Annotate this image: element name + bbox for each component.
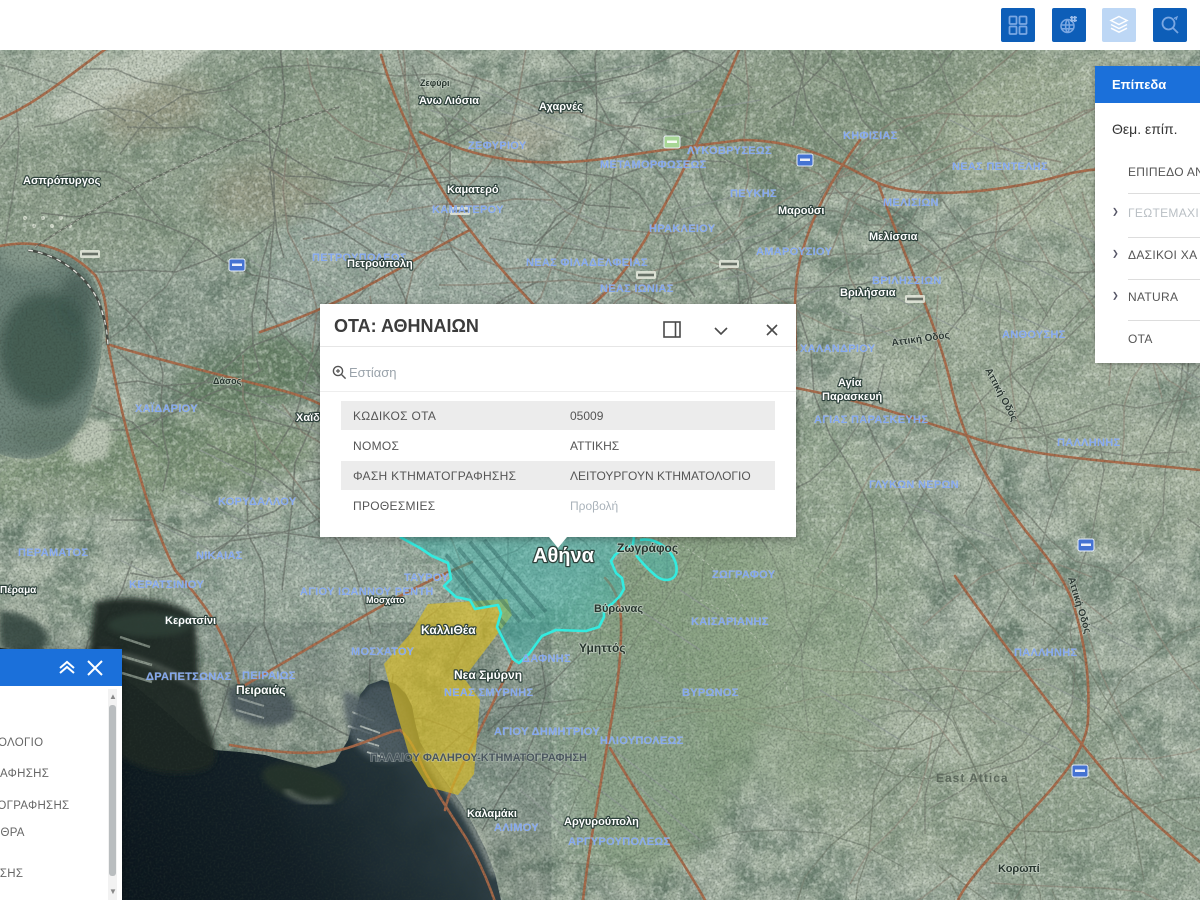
svg-text:ΑΝΘΟΥΣΗΣ: ΑΝΘΟΥΣΗΣ	[1002, 329, 1066, 341]
svg-text:ΑΓΙΑΣ ΠΑΡΑΣΚΕΥΗΣ: ΑΓΙΑΣ ΠΑΡΑΣΚΕΥΗΣ	[814, 414, 928, 426]
svg-text:ΜΟΣΧΑΤΟΥ: ΜΟΣΧΑΤΟΥ	[351, 646, 415, 658]
svg-text:Μαρούσι: Μαρούσι	[778, 205, 824, 217]
svg-text:ΠΑΛΛΗΝΗΣ: ΠΑΛΛΗΝΗΣ	[1014, 647, 1077, 659]
svg-text:ΧΑΛΑΝΔΡΙΟΥ: ΧΑΛΑΝΔΡΙΟΥ	[800, 343, 876, 355]
svg-text:Νεα Σμύρνη: Νεα Σμύρνη	[454, 668, 522, 682]
svg-text:Υμηττός: Υμηττός	[579, 641, 626, 655]
svg-text:ΛΥΚΟΒΡΥΣΕΩΣ: ΛΥΚΟΒΡΥΣΕΩΣ	[687, 145, 772, 157]
svg-text:Πετρούπολη: Πετρούπολη	[347, 258, 413, 270]
svg-text:ΠΕΥΚΗΣ: ΠΕΥΚΗΣ	[730, 188, 777, 200]
svg-text:Πειραιάς: Πειραιάς	[236, 683, 285, 697]
svg-text:Αθήνα: Αθήνα	[533, 545, 595, 567]
svg-text:ΔΑΦΝΗΣ: ΔΑΦΝΗΣ	[522, 653, 571, 665]
svg-text:ΚΗΦΙΣΙΑΣ: ΚΗΦΙΣΙΑΣ	[843, 130, 898, 142]
svg-text:ΚΟΡΥΔΑΛΛΟΥ: ΚΟΡΥΔΑΛΛΟΥ	[218, 496, 297, 508]
svg-text:ΑΓΙΟΥ ΔΗΜΗΤΡΙΟΥ: ΑΓΙΟΥ ΔΗΜΗΤΡΙΟΥ	[494, 726, 600, 738]
svg-text:Μοσχάτο: Μοσχάτο	[366, 595, 405, 605]
svg-text:Ζεφύρι: Ζεφύρι	[420, 78, 450, 88]
svg-text:ΖΩΓΡΑΦΟΥ: ΖΩΓΡΑΦΟΥ	[712, 569, 776, 581]
svg-text:ΚΑΙΣΑΡΙΑΝΗΣ: ΚΑΙΣΑΡΙΑΝΗΣ	[691, 616, 769, 628]
svg-text:ΖΕΦΥΡΙΟΥ: ΖΕΦΥΡΙΟΥ	[468, 140, 527, 152]
svg-text:ΤΑΥΡΟΥ: ΤΑΥΡΟΥ	[404, 572, 449, 584]
svg-text:ΗΡΑΚΛΕΙΟΥ: ΗΡΑΚΛΕΙΟΥ	[649, 223, 716, 235]
svg-text:ΚΕΡΑΤΣΙΝΙΟΥ: ΚΕΡΑΤΣΙΝΙΟΥ	[129, 579, 204, 591]
svg-text:ΚαλλιΘέα: ΚαλλιΘέα	[421, 623, 476, 637]
svg-text:ΝΕΑΣ ΙΩΝΙΑΣ: ΝΕΑΣ ΙΩΝΙΑΣ	[600, 283, 674, 295]
svg-text:ΜΕΛΙΣΙΩΝ: ΜΕΛΙΣΙΩΝ	[883, 197, 939, 209]
svg-text:East Attica: East Attica	[936, 771, 1009, 785]
svg-text:ΑΛΙΜΟΥ: ΑΛΙΜΟΥ	[494, 822, 539, 834]
svg-text:Καματερό: Καματερό	[447, 184, 499, 196]
svg-text:Ζωγράφος: Ζωγράφος	[617, 541, 678, 555]
svg-text:ΝΕΑΣ ΣΜΥΡΝΗΣ: ΝΕΑΣ ΣΜΥΡΝΗΣ	[444, 687, 534, 699]
svg-text:Αγία: Αγία	[838, 377, 862, 389]
svg-text:ΒΡΙΛΗΣΣΙΩΝ: ΒΡΙΛΗΣΣΙΩΝ	[872, 275, 942, 287]
svg-text:ΠΑΛΑΙΟΥ ΦΑΛΗΡΟΥ-ΚΤΗΜΑΤΟΓΡΑΦΗΣΗ: ΠΑΛΑΙΟΥ ΦΑΛΗΡΟΥ-ΚΤΗΜΑΤΟΓΡΑΦΗΣΗ	[370, 752, 587, 764]
svg-text:ΝΕΑΣ ΠΕΝΤΕΛΗΣ: ΝΕΑΣ ΠΕΝΤΕΛΗΣ	[952, 161, 1048, 173]
svg-text:ΧΑΪΔΑΡΙΟΥ: ΧΑΪΔΑΡΙΟΥ	[135, 402, 198, 415]
svg-text:ΗΛΙΟΥΠΟΛΕΩΣ: ΗΛΙΟΥΠΟΛΕΩΣ	[600, 735, 684, 747]
svg-text:Δάσος: Δάσος	[213, 376, 242, 386]
svg-text:Κερατσίνι: Κερατσίνι	[165, 615, 216, 627]
svg-text:ΒΥΡΩΝΟΣ: ΒΥΡΩΝΟΣ	[682, 687, 739, 699]
svg-text:Παρασκευή: Παρασκευή	[822, 391, 883, 403]
svg-text:ΠΕΡΑΜΑΤΟΣ: ΠΕΡΑΜΑΤΟΣ	[18, 547, 88, 559]
svg-text:Ασπρόπυργος: Ασπρόπυργος	[23, 175, 101, 187]
svg-text:Βύρωνας: Βύρωνας	[594, 603, 643, 615]
svg-text:Αχαρνές: Αχαρνές	[539, 101, 583, 113]
svg-text:Μελίσσια: Μελίσσια	[869, 231, 918, 243]
svg-text:ΔΡΑΠΕΤΣΩΝΑΣ: ΔΡΑΠΕΤΣΩΝΑΣ	[146, 671, 232, 683]
svg-text:ΑΜΑΡΟΥΣΙΟΥ: ΑΜΑΡΟΥΣΙΟΥ	[756, 246, 833, 258]
svg-text:Πέραμα: Πέραμα	[0, 585, 37, 596]
svg-text:ΑΡΓΥΡΟΥΠΟΛΕΩΣ: ΑΡΓΥΡΟΥΠΟΛΕΩΣ	[568, 836, 670, 848]
svg-text:Αργυρούπολη: Αργυρούπολη	[564, 816, 639, 828]
svg-text:ΠΕΙΡΑΙΩΣ: ΠΕΙΡΑΙΩΣ	[242, 670, 296, 682]
svg-text:Κορωπί: Κορωπί	[998, 863, 1040, 875]
svg-text:ΝΕΑΣ ΦΙΛΑΔΕΛΦΕΙΑΣ: ΝΕΑΣ ΦΙΛΑΔΕΛΦΕΙΑΣ	[526, 257, 648, 269]
svg-text:Άνω Λιόσια: Άνω Λιόσια	[419, 95, 479, 107]
svg-text:ΜΕΤΑΜΟΡΦΩΣΕΩΣ: ΜΕΤΑΜΟΡΦΩΣΕΩΣ	[600, 159, 707, 171]
svg-text:ΠΑΛΛΗΝΗΣ: ΠΑΛΛΗΝΗΣ	[1057, 437, 1120, 449]
svg-text:ΝΙΚΑΙΑΣ: ΝΙΚΑΙΑΣ	[196, 550, 243, 562]
svg-text:Βριλήσσια: Βριλήσσια	[840, 287, 896, 299]
svg-text:ΓΛΥΚΩΝ ΝΕΡΩΝ: ΓΛΥΚΩΝ ΝΕΡΩΝ	[869, 479, 959, 491]
svg-text:Καλαμάκι: Καλαμάκι	[467, 808, 517, 820]
svg-text:ΚΑΜΑΤΕΡΟΥ: ΚΑΜΑΤΕΡΟΥ	[432, 204, 504, 216]
